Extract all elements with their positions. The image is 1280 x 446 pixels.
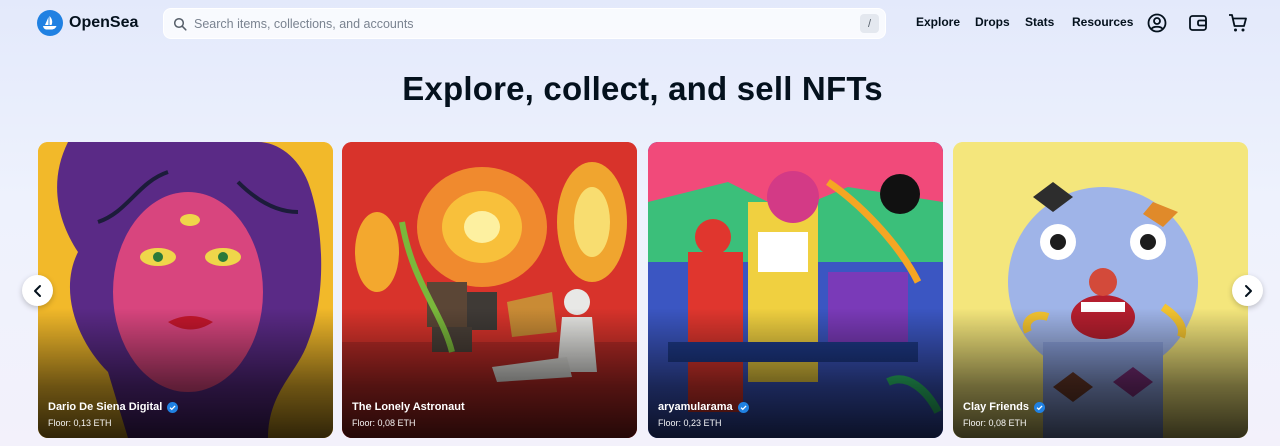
collection-name: Dario De Siena Digital bbox=[48, 401, 163, 413]
brand-logo[interactable]: OpenSea bbox=[37, 10, 138, 36]
floor-price: Floor: 0,08 ETH bbox=[352, 418, 416, 428]
nav-explore[interactable]: Explore bbox=[916, 15, 960, 29]
collection-name: Clay Friends bbox=[963, 401, 1030, 413]
collection-card[interactable]: Clay Friends Floor: 0,08 ETH bbox=[953, 142, 1248, 438]
nav-resources[interactable]: Resources bbox=[1072, 15, 1133, 29]
search-bar[interactable]: / bbox=[163, 8, 886, 39]
opensea-logo-icon bbox=[37, 10, 63, 36]
search-input[interactable] bbox=[194, 16, 860, 31]
collection-name: aryamularama bbox=[658, 401, 733, 413]
search-icon bbox=[173, 17, 187, 31]
collection-card[interactable]: Dario De Siena Digital Floor: 0,13 ETH bbox=[38, 142, 333, 438]
card-info: Dario De Siena Digital Floor: 0,13 ETH bbox=[48, 401, 179, 428]
verified-badge-icon bbox=[1034, 401, 1046, 413]
collection-name: The Lonely Astronaut bbox=[352, 401, 465, 413]
top-nav-bar: OpenSea / Explore Drops Stats Resources bbox=[0, 0, 1280, 46]
card-title: Clay Friends bbox=[963, 401, 1046, 413]
carousel-next-button[interactable] bbox=[1232, 275, 1263, 306]
floor-price: Floor: 0,08 ETH bbox=[963, 418, 1027, 428]
card-title: Dario De Siena Digital bbox=[48, 401, 179, 413]
nav-drops[interactable]: Drops bbox=[975, 15, 1010, 29]
card-info: Clay Friends Floor: 0,08 ETH bbox=[963, 401, 1046, 428]
collection-card[interactable]: aryamularama Floor: 0,23 ETH bbox=[648, 142, 943, 438]
card-title: The Lonely Astronaut bbox=[352, 401, 465, 413]
verified-badge-icon bbox=[167, 401, 179, 413]
nav-stats[interactable]: Stats bbox=[1025, 15, 1054, 29]
card-info: The Lonely Astronaut Floor: 0,08 ETH bbox=[352, 401, 465, 428]
verified-badge-icon bbox=[737, 401, 749, 413]
chevron-right-icon bbox=[1244, 284, 1252, 297]
chevron-left-icon bbox=[33, 284, 41, 297]
floor-price: Floor: 0,23 ETH bbox=[658, 418, 722, 428]
profile-icon[interactable] bbox=[1146, 12, 1168, 34]
collection-card[interactable]: The Lonely Astronaut Floor: 0,08 ETH bbox=[342, 142, 637, 438]
cart-icon[interactable] bbox=[1227, 12, 1249, 34]
brand-name: OpenSea bbox=[69, 14, 139, 31]
floor-price: Floor: 0,13 ETH bbox=[48, 418, 112, 428]
page-title: Explore, collect, and sell NFTs bbox=[402, 70, 883, 107]
search-shortcut-key: / bbox=[860, 14, 879, 33]
carousel-prev-button[interactable] bbox=[22, 275, 53, 306]
wallet-icon[interactable] bbox=[1187, 12, 1209, 34]
card-info: aryamularama Floor: 0,23 ETH bbox=[658, 401, 749, 428]
card-title: aryamularama bbox=[658, 401, 749, 413]
